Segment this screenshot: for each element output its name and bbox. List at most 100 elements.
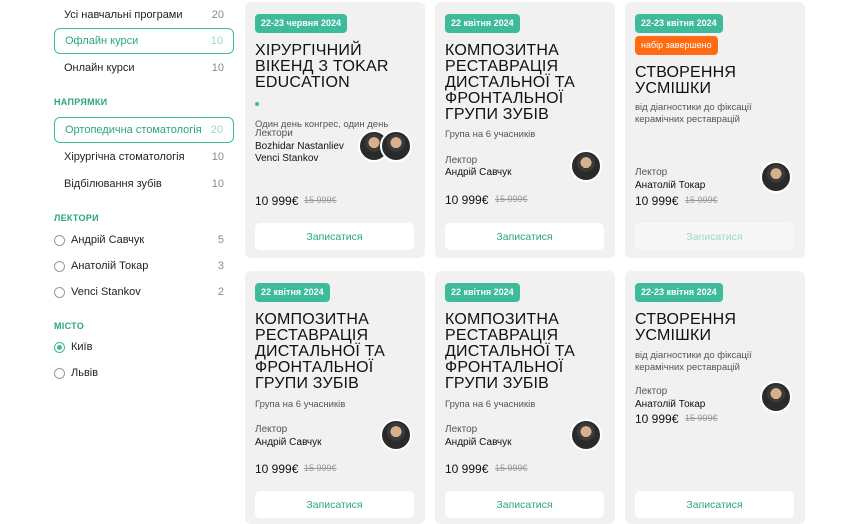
filter-count: 10 [211,62,224,74]
lector-label: Лектор [445,155,478,166]
course-subtitle: Група на 6 учасників [255,399,346,410]
lector-label: Лектор [445,424,478,435]
enroll-button[interactable]: Записатися [445,223,604,250]
lector-avatar [760,161,792,193]
filter-lector-savchuk[interactable]: Андрій Савчук 5 [54,230,234,250]
filter-label: Venci Stankov [71,286,141,298]
lector-avatar [760,381,792,413]
radio-button[interactable] [54,234,65,246]
lector-name: Андрій Савчук [445,167,512,178]
filter-label: Київ [71,341,93,353]
course-subtitle: Група на 6 учасників [445,399,536,410]
price: 10 999€ [255,462,299,476]
price: 10 999€ [635,194,679,208]
course-title[interactable]: Створення усмішки [635,65,800,97]
filter-count: 10 [210,35,223,47]
lector-avatar [570,150,602,182]
lector-name: Анатолій Токар [635,399,706,410]
lector-label: Лектори [255,128,293,139]
filter-surgical[interactable]: Хірургічна стоматологія 10 [54,144,234,170]
lector-avatar [380,419,412,451]
old-price: 15 999€ [304,195,337,205]
enroll-button[interactable]: Записатися [255,491,414,518]
enroll-button[interactable]: Записатися [255,223,414,250]
course-card[interactable]: 22 квітня 2024 Композитна реставрація ди… [435,2,615,258]
directions-heading: НАПРЯМКИ [54,97,108,107]
date-badge: 22 квітня 2024 [445,14,520,33]
filter-count: 10 [211,178,224,190]
filter-label: Офлайн курси [65,35,139,47]
date-badge: 22 квітня 2024 [255,283,330,302]
filter-label: Відбілювання зубів [64,178,162,190]
date-badge: 22-23 квітня 2024 [635,14,723,33]
filter-orthopedic[interactable]: Ортопедична стоматологія 20 [54,117,234,143]
date-badge: 22 квітня 2024 [445,283,520,302]
price: 10 999€ [255,194,299,208]
course-title[interactable]: Хірургічний вікенд з Tokar Education [255,43,420,91]
filter-count: 20 [211,9,224,21]
filter-city-kyiv[interactable]: Київ [54,337,234,357]
price: 10 999€ [445,193,489,207]
filter-label: Хірургічна стоматологія [64,151,185,163]
enroll-button[interactable]: Записатися [635,223,794,250]
filter-label: Онлайн курси [64,62,135,74]
lector-name: Андрій Савчук [445,437,512,448]
filter-sidebar: Усі навчальні програми 20 Офлайн курси 1… [0,0,240,524]
filter-offline-courses[interactable]: Офлайн курси 10 [54,28,234,54]
filter-count: 20 [210,124,223,136]
course-subtitle: від діагностики до фіксації керамічних р… [635,102,752,125]
radio-button[interactable] [54,260,65,272]
lectors-heading: ЛЕКТОРИ [54,213,99,223]
lector-name: Андрій Савчук [255,437,322,448]
old-price: 15 999€ [495,463,528,473]
lector-label: Лектор [635,167,668,178]
course-subtitle: від діагностики до фіксації керамічних р… [635,350,752,373]
lector-label: Лектор [635,386,668,397]
old-price: 15 999€ [685,413,718,423]
filter-label: Ортопедична стоматологія [65,124,202,136]
filter-count: 10 [211,151,224,163]
enroll-button[interactable]: Записатися [445,491,604,518]
lector-avatar [570,419,602,451]
radio-button[interactable] [54,367,65,379]
date-badge: 22-23 червня 2024 [255,14,347,33]
lector-label: Лектор [255,424,288,435]
filter-count: 5 [217,234,224,246]
lector-avatar [380,130,412,162]
course-title[interactable]: Композитна реставрація дистальної та фро… [255,312,420,392]
lector-name: Venci Stankov [255,153,319,164]
price: 10 999€ [445,462,489,476]
old-price: 15 999€ [685,195,718,205]
course-card[interactable]: 22-23 червня 2024 Хірургічний вікенд з T… [245,2,425,258]
course-card[interactable]: 22-23 квітня 2024 Створення усмішки від … [625,271,805,524]
filter-count: 2 [217,286,224,298]
filter-whitening[interactable]: Відбілювання зубів 10 [54,171,234,197]
filter-lector-stankov[interactable]: Venci Stankov 2 [54,282,234,302]
filter-label: Анатолій Токар [71,260,149,272]
radio-button-checked[interactable] [54,341,65,353]
enroll-button[interactable]: Записатися [635,491,794,518]
filter-count: 3 [217,260,224,272]
date-badge: 22-23 квітня 2024 [635,283,723,302]
filter-city-lviv[interactable]: Львів [54,363,234,383]
city-heading: МІСТО [54,321,85,331]
old-price: 15 999€ [304,463,337,473]
price: 10 999€ [635,412,679,426]
course-card[interactable]: 22-23 квітня 2024 набір завершено Створе… [625,2,805,258]
course-title[interactable]: Композитна реставрація дистальної та фро… [445,312,610,392]
status-badge: набір завершено [635,36,718,55]
old-price: 15 999€ [495,194,528,204]
filter-online-courses[interactable]: Онлайн курси 10 [54,55,234,81]
filter-label: Усі навчальні програми [64,9,183,21]
filter-label: Львів [71,367,99,379]
radio-button[interactable] [54,286,65,298]
filter-all-programs[interactable]: Усі навчальні програми 20 [54,2,234,28]
course-card[interactable]: 22 квітня 2024 Композитна реставрація ди… [435,271,615,524]
filter-lector-tokar[interactable]: Анатолій Токар 3 [54,256,234,276]
course-title[interactable]: Композитна реставрація дистальної та фро… [445,43,610,123]
course-card[interactable]: 22 квітня 2024 Композитна реставрація ди… [245,271,425,524]
course-subtitle: Група на 6 учасників [445,129,536,140]
course-title[interactable]: Створення усмішки [635,312,800,344]
dot-indicator [255,102,259,106]
lector-name: Bozhidar Nastanliev [255,141,344,152]
